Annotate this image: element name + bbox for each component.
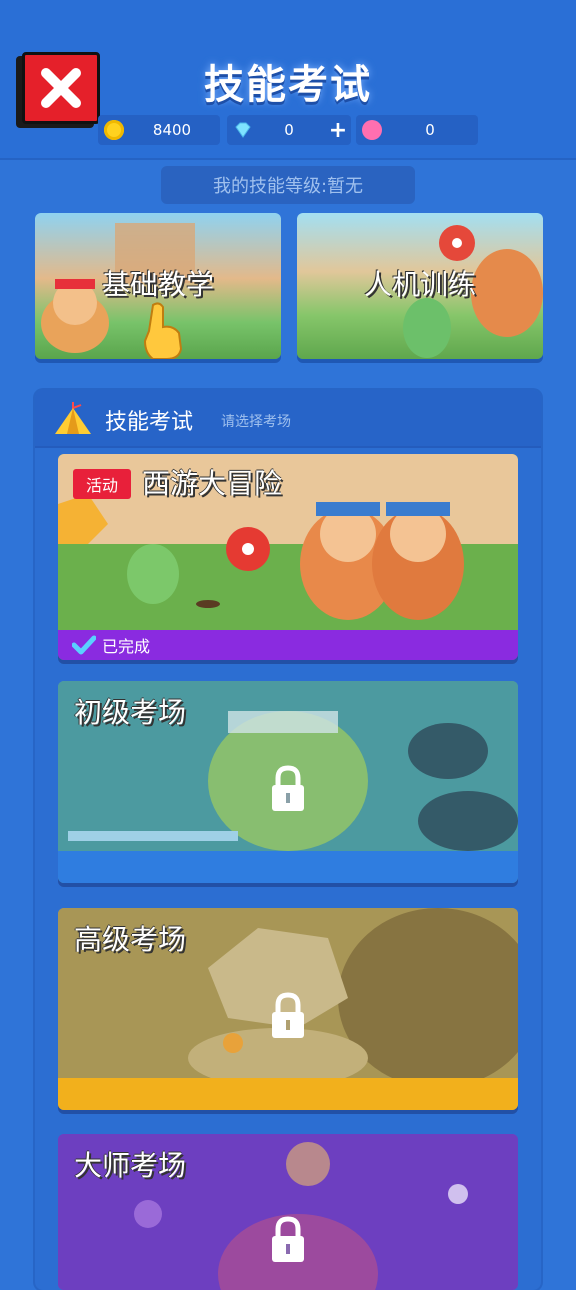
lock-icon <box>272 765 304 811</box>
beginner-exam-title: 初级考场 <box>74 696 187 729</box>
diamond-icon <box>233 120 253 140</box>
adventure-exam-title: 西游大冒险 <box>142 467 283 500</box>
lotus-value: 0 <box>425 121 435 139</box>
advanced-exam-card[interactable]: 高级考场 <box>58 908 518 1110</box>
coin-value: 8400 <box>152 121 192 139</box>
checkmark-icon <box>72 635 96 655</box>
tent-icon <box>55 402 91 434</box>
exam-panel-subtitle: 请选择考场 <box>221 414 291 430</box>
exam-panel-header: 技能考试 请选择考场 <box>35 390 541 448</box>
lotus-balance: 0 <box>356 115 478 145</box>
completed-label: 已完成 <box>102 637 151 656</box>
coin-icon <box>104 120 124 140</box>
lock-icon <box>272 1216 304 1262</box>
basic-tutorial-card[interactable]: 基础教学 <box>35 213 281 359</box>
basic-tutorial-label: 基础教学 <box>101 268 214 301</box>
adventure-exam-card[interactable]: 活动 西游大冒险 已完成 <box>58 454 518 660</box>
master-exam-title: 大师考场 <box>74 1149 187 1182</box>
beginner-exam-card[interactable]: 初级考场 <box>58 681 518 883</box>
diamond-value: 0 <box>284 121 294 139</box>
page-title: 技能考试 <box>204 62 372 108</box>
completed-bar: 已完成 <box>58 630 518 660</box>
advanced-bar <box>58 1078 518 1110</box>
advanced-exam-title: 高级考场 <box>74 923 187 956</box>
event-badge: 活动 <box>73 469 131 499</box>
ai-training-label: 人机训练 <box>363 268 476 301</box>
lock-icon <box>272 992 304 1038</box>
diamond-balance: 0 + <box>227 115 351 145</box>
skill-level-label: 我的技能等级:暂无 <box>161 166 415 204</box>
skill-exam-panel: 技能考试 请选择考场 活动 西游大冒险 已完成 初级考场 高级考场 大师考场 <box>35 390 541 1290</box>
ai-training-card[interactable]: 人机训练 <box>297 213 543 359</box>
add-diamond-button[interactable]: + <box>325 118 351 143</box>
exam-panel-title: 技能考试 <box>105 410 194 435</box>
lotus-icon <box>362 120 382 140</box>
pointer-hand-icon <box>143 302 183 359</box>
coin-balance: 8400 <box>98 115 220 145</box>
beginner-bar <box>58 851 518 883</box>
master-exam-card[interactable]: 大师考场 <box>58 1134 518 1290</box>
